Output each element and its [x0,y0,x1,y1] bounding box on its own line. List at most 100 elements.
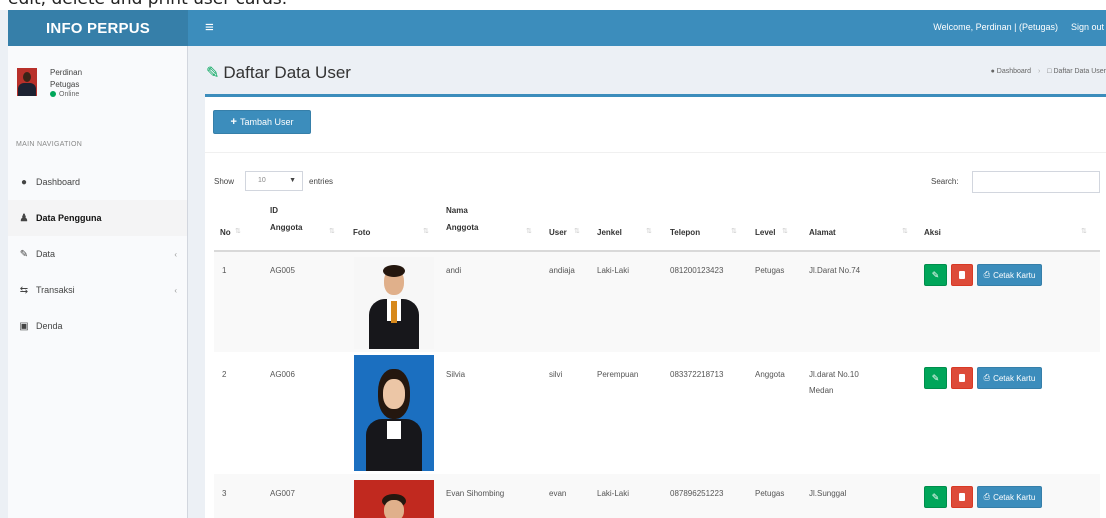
exchange-icon: ⇆ [19,284,29,296]
entries-label: entries [309,177,334,186]
cell-jenkel: Perempuan [597,370,639,379]
sidebar-item-data[interactable]: ✎ Data ‹ [8,236,187,272]
print-card-button[interactable]: ⎙ Cetak Kartu [977,264,1042,286]
trash-icon [959,271,965,279]
edit-button[interactable]: ✎ [924,264,947,286]
column-header-alamat[interactable]: Alamat [809,227,836,238]
entries-select[interactable]: 10 ▼ [245,171,303,191]
calendar-icon: ▣ [19,320,29,332]
cell-nama: andi [446,266,462,275]
column-header-aksi[interactable]: Aksi [924,227,941,238]
sidebar-item-data-pengguna[interactable]: ♟ Data Pengguna [8,200,187,236]
sort-icon[interactable]: ⇅ [902,227,908,235]
cell-no: 2 [222,370,227,379]
user-panel: Perdinan Petugas Online [16,64,186,112]
user-photo [354,480,434,518]
cell-id: AG006 [270,370,295,379]
caption-text: edit, delete and print user cards. [8,0,287,9]
sort-icon[interactable]: ⇅ [526,227,532,235]
sort-icon[interactable]: ⇅ [329,227,335,235]
table-row: 2 AG006 Silvia silvi Perempuan 083372218… [214,352,1100,474]
user-photo [354,257,434,349]
search-input[interactable] [972,171,1100,193]
user-icon: ♟ [19,212,29,224]
column-header-jenkel[interactable]: Jenkel [597,227,622,238]
cell-nama: Silvia [446,370,466,379]
signout-link[interactable]: Sign out [1071,22,1104,32]
sort-icon[interactable]: ⇅ [1081,227,1087,235]
cell-user: silvi [549,370,563,379]
edit-icon: ✎ [206,65,220,82]
chevron-left-icon: ‹ [174,249,177,259]
edit-icon: ✎ [19,248,29,260]
edit-icon: ✎ [931,269,940,280]
cell-level: Anggota [755,370,785,379]
column-header-nama[interactable]: Nama Anggota [446,205,478,233]
app-logo[interactable]: INFO PERPUS [8,10,188,46]
column-header-id[interactable]: ID Anggota [270,205,302,233]
file-icon: □ [1047,68,1052,75]
cell-jenkel: Laki-Laki [597,266,630,275]
breadcrumb-dashboard[interactable]: Dashboard [997,68,1031,75]
sort-icon[interactable]: ⇅ [782,227,788,235]
avatar [17,68,37,96]
sort-icon[interactable]: ⇅ [235,227,241,235]
cell-level: Petugas [755,266,785,275]
trash-icon [959,493,965,501]
sidebar-item-label: Transaksi [36,285,75,295]
print-icon: ⎙ [983,492,991,501]
column-header-no[interactable]: No [220,227,231,238]
table-row: 1 AG005 andi andiaja Laki-Laki 081200123… [214,252,1100,352]
cell-alamat: Jl.Sunggal [809,489,847,498]
online-dot-icon [50,91,56,98]
delete-button[interactable] [951,486,973,508]
caption-strip: edit, delete and print user cards. [0,0,1106,10]
chevron-down-icon: ▼ [289,177,296,184]
cell-no: 3 [222,489,227,498]
sort-icon[interactable]: ⇅ [646,227,652,235]
breadcrumb-current: Daftar Data User [1053,68,1106,75]
top-navbar: INFO PERPUS ≡ Welcome, Perdinan | (Petug… [8,10,1106,46]
nav-header: MAIN NAVIGATION [16,141,83,148]
cell-telepon: 087896251223 [670,489,724,498]
sidebar-item-transaksi[interactable]: ⇆ Transaksi ‹ [8,272,187,308]
column-header-foto[interactable]: Foto [353,227,370,238]
sidebar-item-label: Dashboard [36,177,81,187]
cell-id: AG007 [270,489,295,498]
menu-toggle-icon[interactable]: ≡ [205,19,214,36]
sidebar-item-label: Data [36,249,56,259]
search-label: Search: [931,177,959,186]
delete-button[interactable] [951,367,973,389]
print-icon: ⎙ [983,373,991,382]
user-status: Online [50,91,79,98]
column-header-level[interactable]: Level [755,227,775,238]
add-user-button[interactable]: + Tambah User [213,110,311,134]
column-header-telepon[interactable]: Telepon [670,227,700,238]
cell-no: 1 [222,266,227,275]
cell-id: AG005 [270,266,295,275]
cell-telepon: 081200123423 [670,266,724,275]
print-card-button[interactable]: ⎙ Cetak Kartu [977,486,1042,508]
sidebar-item-label: Data Pengguna [36,213,102,223]
sort-icon[interactable]: ⇅ [574,227,580,235]
edit-button[interactable]: ✎ [924,486,947,508]
column-header-user[interactable]: User [549,227,567,238]
sidebar-item-dashboard[interactable]: ● Dashboard [8,164,187,200]
edit-button[interactable]: ✎ [924,367,947,389]
sort-icon[interactable]: ⇅ [731,227,737,235]
user-name: Perdinan [50,68,83,77]
plus-icon: + [230,116,237,128]
user-role: Petugas [50,80,80,89]
sidebar-item-label: Denda [36,321,63,331]
print-icon: ⎙ [983,270,991,279]
sidebar-item-denda[interactable]: ▣ Denda [8,308,187,344]
content-header: ✎ Daftar Data User ● Dashboard › □ Daftar… [188,46,1106,96]
welcome-text[interactable]: Welcome, Perdinan | (Petugas) [933,22,1058,32]
cell-nama: Evan Sihombing [446,489,505,498]
box-divider [205,152,1106,153]
delete-button[interactable] [951,264,973,286]
breadcrumb: ● Dashboard › □ Daftar Data User [990,68,1106,75]
print-card-button[interactable]: ⎙ Cetak Kartu [977,367,1042,389]
chevron-left-icon: ‹ [174,285,177,295]
sort-icon[interactable]: ⇅ [423,227,429,235]
